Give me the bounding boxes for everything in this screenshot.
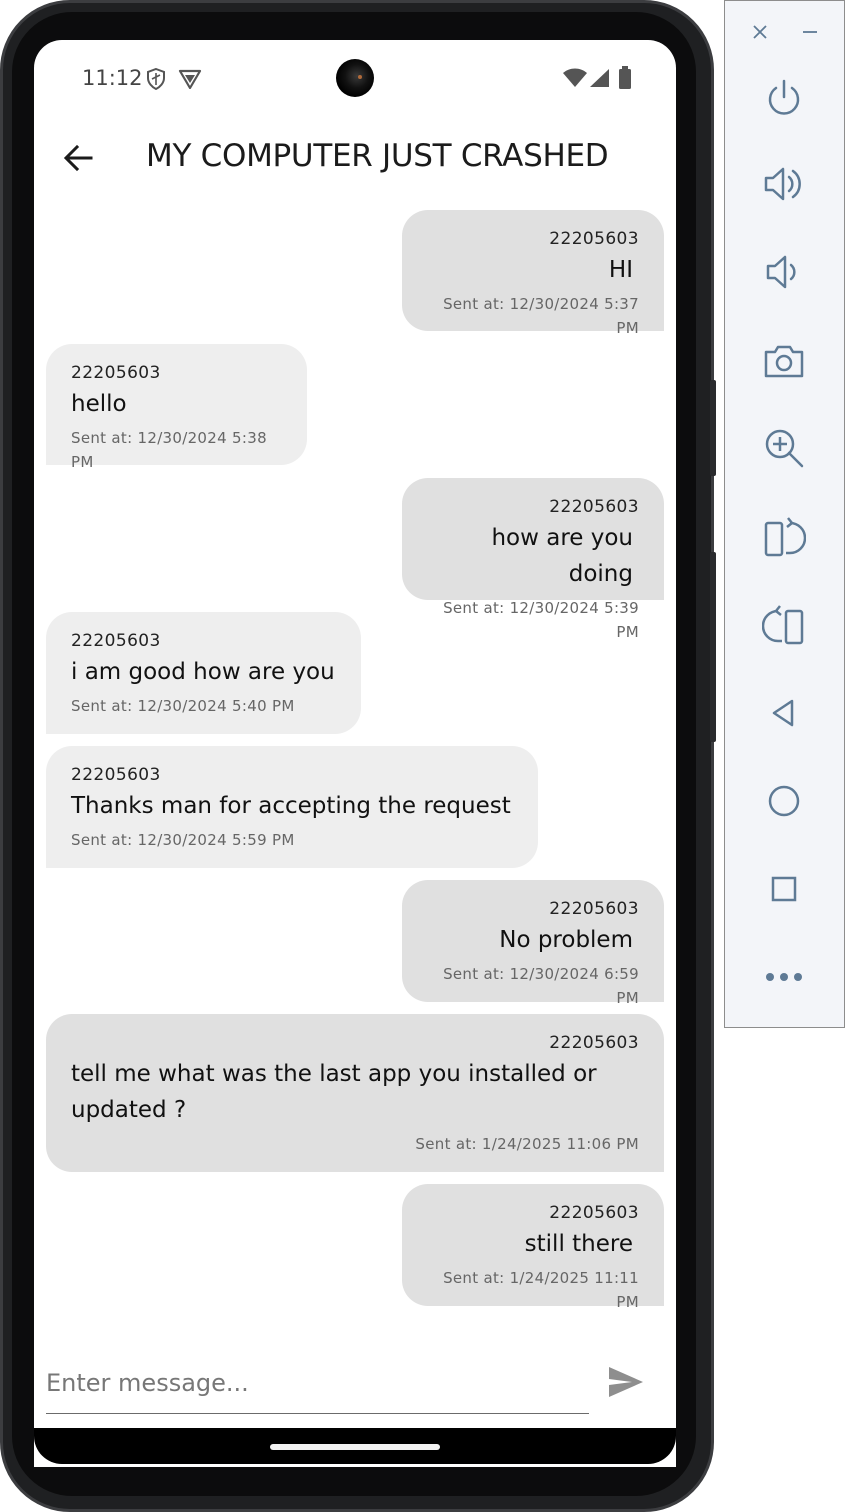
front-camera (336, 59, 374, 97)
gesture-nav-bar (34, 1428, 676, 1464)
message-timestamp: Sent at: 12/30/2024 6:59 PM (443, 965, 639, 1007)
rotate-right-button[interactable] (759, 600, 809, 650)
phone-screen: 11:12 MY COMPUTER JUST CRASHED 22205603 … (34, 40, 676, 1467)
message-timestamp: Sent at: 12/30/2024 5:37 PM (443, 295, 639, 337)
rotate-left-button[interactable] (759, 512, 809, 562)
rotate-left-icon (764, 517, 806, 557)
volume-up-button[interactable] (759, 159, 809, 209)
message-sender: 22205603 (549, 229, 639, 249)
message-input[interactable] (46, 1352, 589, 1414)
vpn-key-icon (178, 69, 202, 89)
message-text: i am good how are you (71, 659, 335, 685)
power-icon (768, 79, 800, 115)
zoom-in-icon (765, 429, 804, 468)
power-button[interactable] (759, 73, 809, 123)
shield-icon (147, 68, 165, 90)
minimize-button[interactable] (795, 17, 825, 47)
message-timestamp: Sent at: 1/24/2025 11:11 PM (443, 1269, 639, 1311)
more-button[interactable] (759, 952, 809, 1002)
cell-signal-icon (590, 69, 609, 87)
volume-up-icon (764, 167, 801, 201)
message-bubble: 22205603 hello Sent at: 12/30/2024 5:38 … (46, 344, 307, 471)
message-text: still there (524, 1231, 633, 1257)
message-text: hello (71, 391, 127, 417)
volume-down-button[interactable] (759, 247, 809, 297)
message-timestamp: Sent at: 12/30/2024 5:39 PM (443, 599, 639, 641)
battery-icon (619, 66, 631, 89)
nav-back-button[interactable] (759, 688, 809, 738)
close-button[interactable] (745, 17, 775, 47)
message-bubble: 22205603 i am good how are you Sent at: … (46, 612, 361, 734)
message-text: how are you doing (491, 525, 633, 587)
message-sender: 22205603 (71, 631, 161, 651)
zoom-button[interactable] (759, 423, 809, 473)
overview-icon (771, 876, 797, 902)
emulator-toolbar (724, 0, 845, 1028)
close-icon (753, 25, 767, 39)
back-icon (772, 699, 794, 727)
message-timestamp: Sent at: 12/30/2024 5:38 PM (71, 429, 267, 471)
back-button[interactable] (58, 138, 98, 178)
screenshot-button[interactable] (759, 336, 809, 386)
volume-side-button (710, 552, 716, 742)
message-bubble: 22205603 still there Sent at: 1/24/2025 … (402, 1184, 664, 1311)
minimize-icon (803, 31, 817, 33)
status-time: 11:12 (82, 66, 143, 90)
message-timestamp: Sent at: 12/30/2024 5:40 PM (71, 697, 295, 715)
message-sender: 22205603 (549, 497, 639, 517)
message-timestamp: Sent at: 12/30/2024 5:59 PM (71, 831, 295, 849)
message-sender: 22205603 (71, 363, 161, 383)
emulator-window: 11:12 MY COMPUTER JUST CRASHED 22205603 … (0, 0, 846, 1512)
nav-home-button[interactable] (759, 776, 809, 826)
wifi-icon (563, 68, 587, 87)
message-bubble: 22205603 how are you doing Sent at: 12/3… (402, 478, 664, 641)
message-bubble: 22205603 tell me what was the last app y… (46, 1014, 664, 1172)
message-sender: 22205603 (549, 1033, 639, 1053)
send-button[interactable] (602, 1358, 650, 1406)
message-sender: 22205603 (549, 899, 639, 919)
message-text: tell me what was the last app you instal… (71, 1061, 597, 1123)
message-sender: 22205603 (549, 1203, 639, 1223)
home-icon (768, 785, 800, 817)
message-timestamp: Sent at: 1/24/2025 11:06 PM (415, 1135, 639, 1153)
message-text: HI (608, 257, 633, 283)
message-bubble: 22205603 Thanks man for accepting the re… (46, 746, 538, 868)
volume-down-icon (766, 255, 796, 289)
nav-overview-button[interactable] (759, 864, 809, 914)
message-bubble: 22205603 HI Sent at: 12/30/2024 5:37 PM (402, 210, 664, 337)
message-text: Thanks man for accepting the request (71, 793, 511, 819)
message-bubble: 22205603 No problem Sent at: 12/30/2024 … (402, 880, 664, 1007)
chat-title: MY COMPUTER JUST CRASHED (146, 138, 609, 174)
rotate-right-icon (762, 605, 804, 645)
more-icon (766, 973, 802, 981)
message-text: No problem (499, 927, 633, 953)
send-icon (609, 1367, 643, 1397)
home-handle[interactable] (270, 1444, 440, 1450)
arrow-left-icon (63, 144, 93, 172)
camera-icon (764, 345, 804, 378)
message-sender: 22205603 (71, 765, 161, 785)
power-side-button (710, 380, 716, 476)
